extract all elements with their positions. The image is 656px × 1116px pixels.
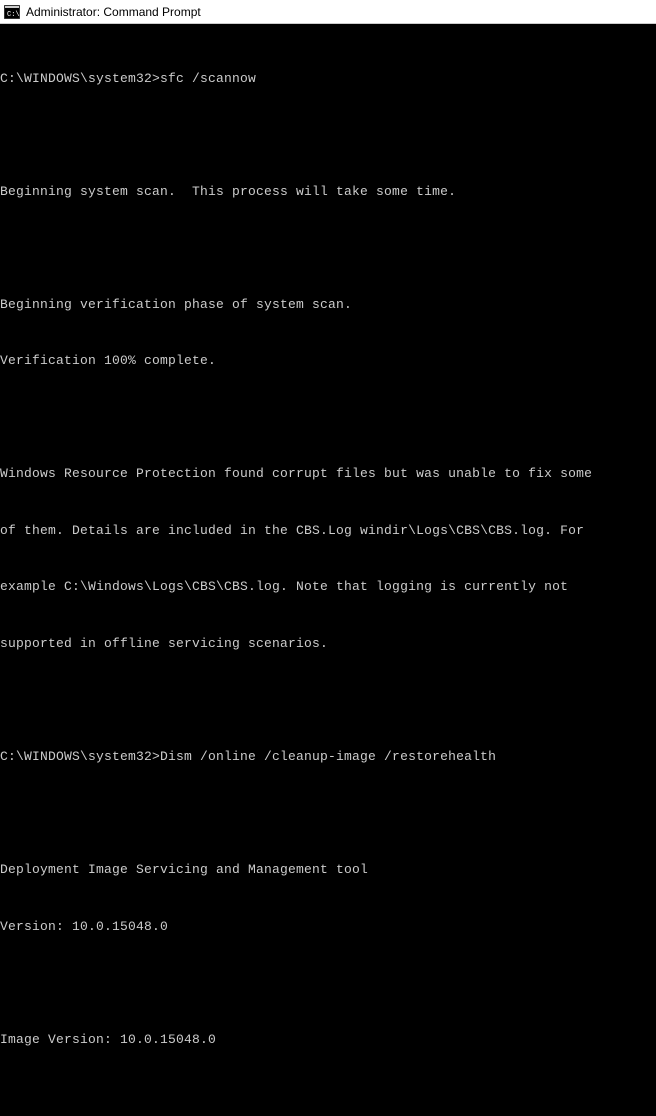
terminal-line: Beginning system scan. This process will… [0,183,656,202]
terminal-line: Version: 10.0.15048.0 [0,918,656,937]
terminal-line: supported in offline servicing scenarios… [0,635,656,654]
terminal-line [0,974,656,993]
terminal-line: Verification 100% complete. [0,352,656,371]
terminal-output[interactable]: C:\WINDOWS\system32>sfc /scannow Beginni… [0,24,656,1116]
terminal-line: C:\WINDOWS\system32>sfc /scannow [0,70,656,89]
terminal-line [0,692,656,711]
terminal-line: Windows Resource Protection found corrup… [0,465,656,484]
terminal-line: example C:\Windows\Logs\CBS\CBS.log. Not… [0,578,656,597]
terminal-line [0,239,656,258]
terminal-line [0,409,656,428]
terminal-line [0,126,656,145]
terminal-line: Deployment Image Servicing and Managemen… [0,861,656,880]
terminal-line [0,1087,656,1106]
window-title: Administrator: Command Prompt [26,5,201,19]
window-titlebar[interactable]: C:\ Administrator: Command Prompt [0,0,656,24]
cmd-icon: C:\ [4,5,20,19]
terminal-line: Beginning verification phase of system s… [0,296,656,315]
terminal-line: of them. Details are included in the CBS… [0,522,656,541]
svg-text:C:\: C:\ [7,11,20,19]
terminal-line: C:\WINDOWS\system32>Dism /online /cleanu… [0,748,656,767]
terminal-line: Image Version: 10.0.15048.0 [0,1031,656,1050]
terminal-line [0,805,656,824]
